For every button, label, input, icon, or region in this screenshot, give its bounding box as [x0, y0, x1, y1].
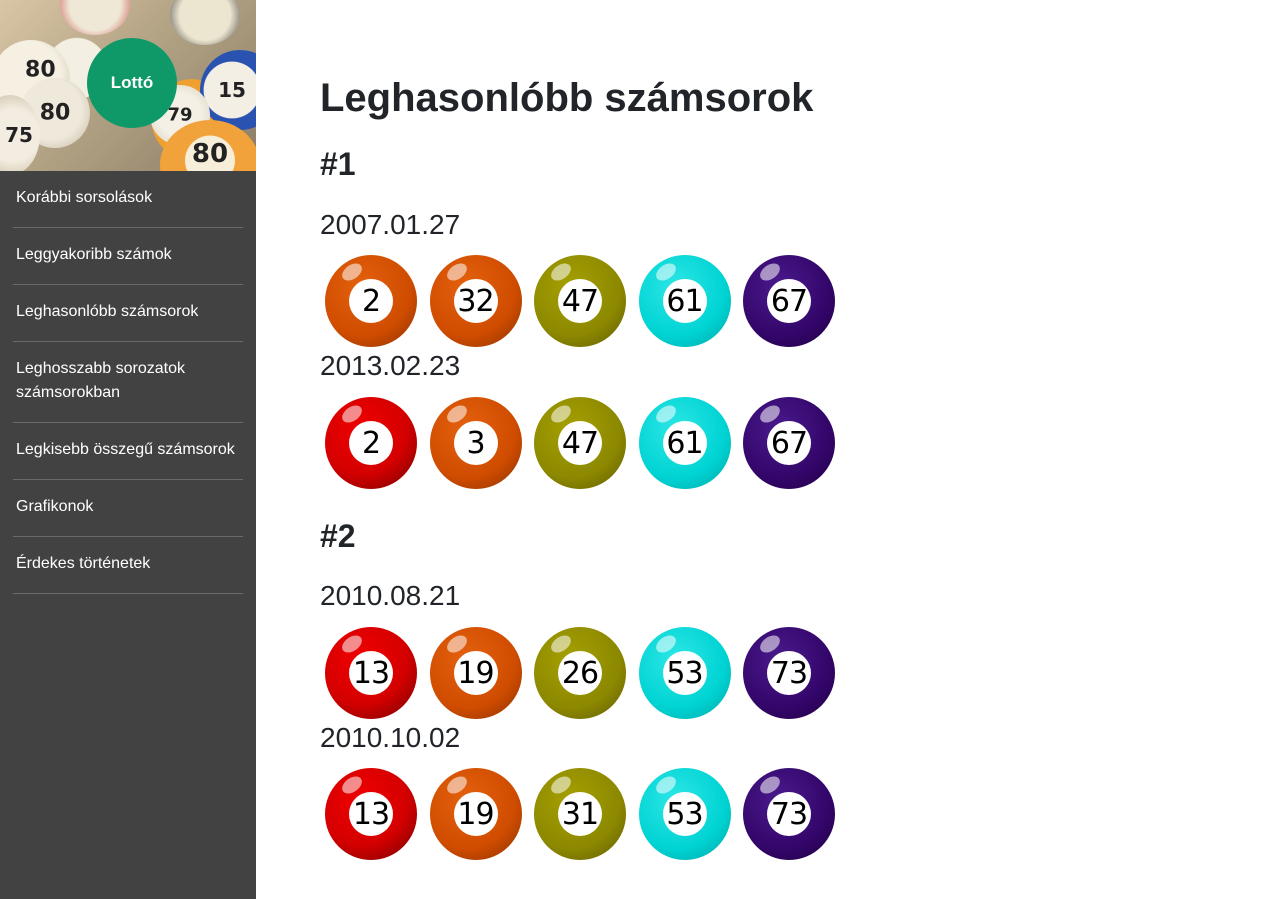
lottery-ball: 31: [534, 768, 626, 860]
lottery-ball: 73: [743, 768, 835, 860]
draw-date: 2010.10.02: [320, 722, 461, 753]
lottery-ball: 61: [638, 255, 731, 347]
nav-link-longest-runs[interactable]: Leghosszabb sorozatok számsorokban: [13, 342, 243, 422]
nav-link-most-frequent[interactable]: Leggyakoribb számok: [13, 228, 243, 284]
ball-face: 47: [558, 279, 602, 323]
ball-number: 73: [770, 796, 808, 832]
ball-face: 73: [767, 651, 811, 695]
ball-face: 2: [349, 279, 393, 323]
ball-number: 47: [561, 425, 599, 461]
ball-face: 53: [662, 792, 707, 836]
lottery-ball: 61: [638, 397, 731, 489]
nav-link-most-similar[interactable]: Leghasonlóbb számsorok: [13, 285, 243, 341]
ball-face: 13: [349, 651, 393, 695]
page-title: Leghasonlóbb számsorok: [320, 76, 814, 120]
sidebar: 80 80 75 15 79 80 Lottó Korábbi sorsolás…: [0, 0, 256, 899]
ball-face: 26: [558, 651, 602, 695]
ball-number: 47: [561, 283, 599, 319]
nav-item-longest-runs: Leghosszabb sorozatok számsorokban: [13, 342, 243, 423]
ball-face: 61: [662, 421, 707, 465]
ball-face: 61: [662, 279, 707, 323]
nav-link-stories[interactable]: Érdekes történetek: [13, 537, 243, 593]
draw-date: 2007.01.27: [320, 209, 461, 240]
lottery-ball: 73: [743, 627, 835, 719]
ball-face: 47: [558, 421, 602, 465]
lottery-ball: 13: [325, 627, 417, 719]
lottery-ball: 53: [638, 768, 731, 860]
ball-number: 31: [561, 796, 599, 832]
ball-number: 3: [466, 425, 485, 461]
ball-number: 13: [352, 796, 390, 832]
lottery-ball: 2: [325, 397, 417, 489]
nav-link-previous-draws[interactable]: Korábbi sorsolások: [13, 171, 243, 227]
ball-number: 67: [770, 425, 808, 461]
lottery-ball: 32: [429, 255, 522, 347]
number-row: 2 3 47 61 67: [325, 397, 848, 489]
ball-number: 61: [666, 283, 703, 319]
ball-face: 67: [767, 421, 811, 465]
ball-face: 73: [767, 792, 811, 836]
lottery-ball: 53: [638, 627, 731, 719]
ball-number: 19: [457, 796, 494, 832]
banner-ball: [60, 0, 130, 35]
ball-face: 67: [767, 279, 811, 323]
number-row: 2 32 47 61 67: [325, 255, 848, 347]
banner-ball: [170, 0, 240, 45]
ball-number: 53: [666, 655, 703, 691]
ball-face: 19: [453, 651, 498, 695]
group-heading: #2: [320, 518, 356, 554]
lottery-ball: 26: [534, 627, 626, 719]
lottery-ball: 19: [429, 768, 522, 860]
lottery-balls-banner: 80 80 75 15 79 80 Lottó: [0, 0, 256, 171]
nav-item-stories: Érdekes történetek: [13, 537, 243, 594]
nav-item-most-similar: Leghasonlóbb számsorok: [13, 285, 243, 342]
ball-number: 19: [457, 655, 494, 691]
ball-number: 13: [352, 655, 390, 691]
logo[interactable]: Lottó: [87, 38, 177, 128]
nav-item-charts: Grafikonok: [13, 480, 243, 537]
ball-face: 32: [453, 279, 498, 323]
lottery-ball: 47: [534, 397, 626, 489]
ball-face: 19: [453, 792, 498, 836]
nav-item-most-frequent: Leggyakoribb számok: [13, 228, 243, 285]
ball-number: 2: [361, 283, 381, 319]
draw-date: 2010.08.21: [320, 580, 461, 611]
ball-face: 3: [453, 421, 498, 465]
ball-number: 53: [666, 796, 703, 832]
lottery-ball: 47: [534, 255, 626, 347]
number-row: 13 19 31 53 73: [325, 768, 848, 860]
ball-number: 32: [457, 283, 494, 319]
ball-face: 13: [349, 792, 393, 836]
lottery-ball: 3: [429, 397, 522, 489]
lottery-ball: 13: [325, 768, 417, 860]
ball-number: 73: [770, 655, 808, 691]
ball-face: 53: [662, 651, 707, 695]
number-row: 13 19 26 53 73: [325, 627, 848, 719]
nav-link-smallest-sum[interactable]: Legkisebb összegű számsorok: [13, 423, 243, 479]
ball-number: 67: [770, 283, 808, 319]
draw-date: 2013.02.23: [320, 350, 461, 381]
nav-item-previous-draws: Korábbi sorsolások: [13, 171, 243, 228]
lottery-ball: 67: [743, 397, 835, 489]
ball-number: 26: [561, 655, 599, 691]
sidebar-nav: Korábbi sorsolások Leggyakoribb számok L…: [0, 171, 256, 594]
lottery-ball: 19: [429, 627, 522, 719]
nav-link-charts[interactable]: Grafikonok: [13, 480, 243, 536]
logo-label: Lottó: [110, 73, 154, 92]
nav-item-smallest-sum: Legkisebb összegű számsorok: [13, 423, 243, 480]
ball-number: 2: [361, 425, 381, 461]
ball-number: 61: [666, 425, 703, 461]
group-heading: #1: [320, 146, 356, 182]
lottery-ball: 2: [325, 255, 417, 347]
ball-face: 2: [349, 421, 393, 465]
ball-face: 31: [558, 792, 602, 836]
lottery-ball: 67: [743, 255, 835, 347]
